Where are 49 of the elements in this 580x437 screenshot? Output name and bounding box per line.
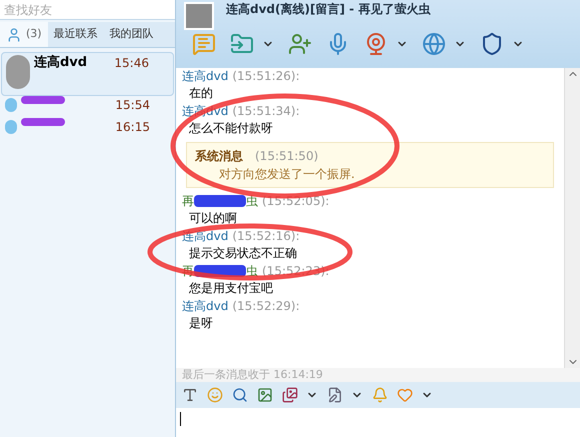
redaction-mark — [194, 195, 246, 207]
tab[interactable]: 我的团队 — [104, 22, 160, 47]
folder-icon[interactable] — [230, 32, 254, 56]
message-text: 提示交易状态不正确 — [188, 245, 298, 262]
tab[interactable]: 最近联系 — [48, 22, 104, 47]
message-time: (15:52:16): — [232, 228, 300, 244]
system-sender: 系统消息 — [195, 148, 243, 165]
sender-name: 连高dvd — [182, 68, 228, 84]
system-message-text: 对方向您发送了一个振屏. — [218, 166, 356, 183]
message-time: (15:52:05): — [262, 193, 330, 209]
message-time: (15:51:34): — [232, 103, 300, 119]
font-icon[interactable] — [182, 387, 198, 403]
message-text: 怎么不能付款呀 — [188, 120, 274, 137]
image-icon[interactable] — [257, 387, 273, 403]
contact-row[interactable]: 连高dvd 15:46 — [1, 52, 174, 96]
message-text: 在的 — [188, 85, 214, 102]
contacts-icon — [6, 26, 22, 42]
contact-name: 连高dvd — [34, 54, 88, 72]
heart-icon[interactable] — [397, 387, 413, 403]
message-input[interactable] — [176, 408, 580, 437]
scrollbar[interactable] — [564, 68, 580, 368]
avatar-icon — [6, 55, 30, 89]
globe-icon[interactable] — [422, 32, 446, 56]
window-title: 连高dvd(离线)[留言] - 再见了萤火虫 — [226, 2, 430, 16]
sender-name: 连高dvd — [182, 298, 228, 314]
avatar-icon — [184, 2, 214, 30]
webcam-icon[interactable] — [364, 32, 388, 56]
message-text: 是呀 — [188, 315, 214, 332]
message-text: 您是用支付宝吧 — [188, 280, 274, 297]
tab[interactable]: (3) — [0, 22, 48, 47]
last-message-note: 最后一条消息收于 16:14:19 — [182, 366, 323, 383]
contact-time: 15:54 — [115, 97, 151, 114]
sender-name: 再 — [182, 193, 194, 209]
message-time: (15:51:26): — [232, 68, 300, 84]
add-user-icon[interactable] — [288, 32, 312, 56]
search-icon[interactable] — [232, 387, 248, 403]
sender-name: 虫 — [246, 193, 258, 209]
message-text: 可以的啊 — [188, 210, 238, 227]
contact-time: 16:15 — [115, 119, 151, 136]
images-icon[interactable] — [282, 387, 298, 403]
document-edit-icon[interactable] — [327, 387, 343, 403]
contact-row[interactable]: 15:54 — [1, 96, 174, 118]
message-time: (15:51:50) — [255, 148, 318, 165]
contact-time: 15:46 — [114, 55, 150, 72]
avatar-icon — [5, 98, 17, 112]
sender-name: 虫 — [246, 263, 258, 279]
avatar-icon — [5, 120, 17, 134]
message-time: (15:52:29): — [232, 298, 300, 314]
contact-row[interactable]: 16:15 — [1, 118, 174, 140]
